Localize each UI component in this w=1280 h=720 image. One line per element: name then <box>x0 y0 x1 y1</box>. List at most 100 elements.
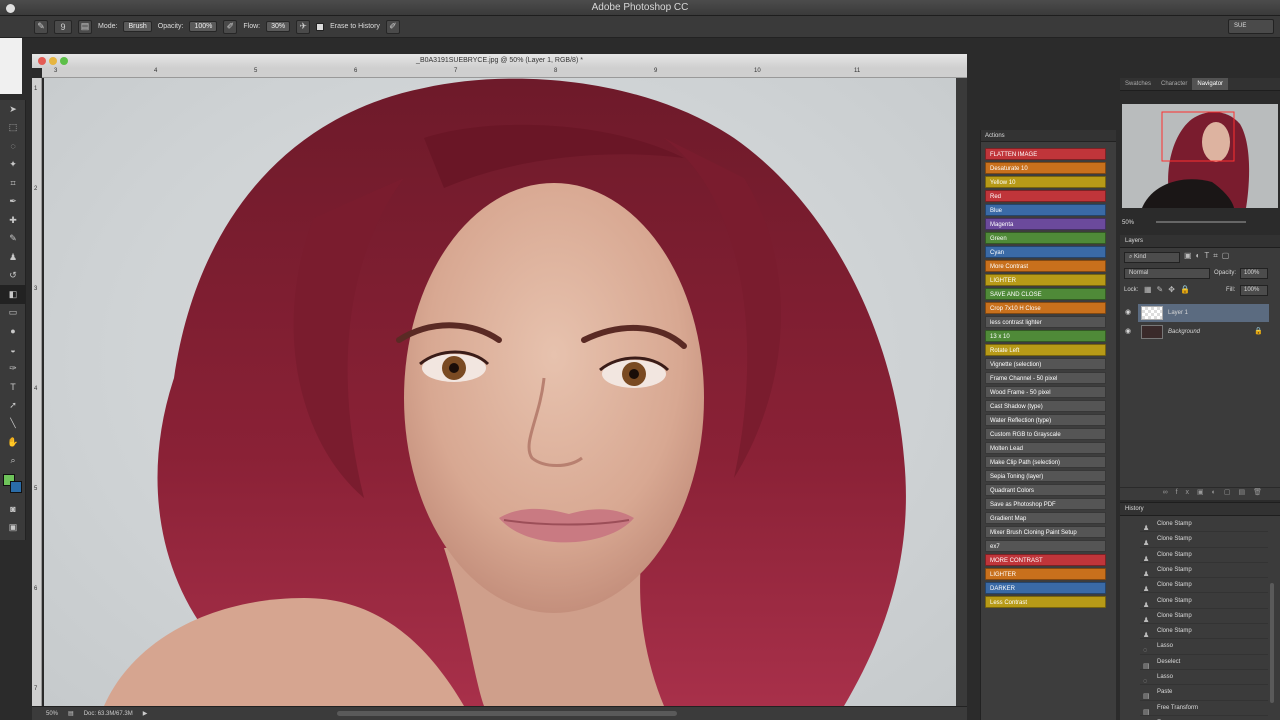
layers-footer-icons[interactable]: ∞fx▣◐▢▤🗑 <box>1120 487 1280 500</box>
layer-filter-icons[interactable]: ▣◐T⌗▢ <box>1184 251 1233 261</box>
flow-field[interactable]: 30% <box>266 21 291 32</box>
dodge-tool-icon[interactable]: ◒ <box>0 341 26 360</box>
action-item[interactable]: MORE CONTRAST <box>985 554 1106 566</box>
zoom-tool-icon[interactable]: ⌕ <box>0 452 26 471</box>
action-item[interactable]: SAVE AND CLOSE <box>985 288 1106 300</box>
navigator-zoom-value[interactable]: 50% <box>1122 220 1134 226</box>
eraser-preset-icon[interactable]: ✎ <box>34 19 48 34</box>
actions-panel-tab[interactable]: Actions <box>981 130 1116 142</box>
brush-size-picker[interactable]: 9 <box>54 19 72 34</box>
move-tool-icon[interactable]: ➤ <box>0 100 26 119</box>
layer-filter-select[interactable]: ⌕ Kind <box>1124 252 1180 263</box>
history-scrollbar[interactable] <box>1270 583 1274 703</box>
fill-field[interactable]: 100% <box>1240 285 1268 296</box>
action-item[interactable]: FLATTEN IMAGE <box>985 148 1106 160</box>
action-item[interactable]: Vignette (selection) <box>985 358 1106 370</box>
history-item[interactable]: ◌ Lasso <box>1140 639 1268 655</box>
ruler-vertical[interactable]: 1 2 3 4 5 6 7 <box>32 78 42 706</box>
lock-icons[interactable]: ▦✎✥🔒 <box>1144 285 1195 294</box>
clone-stamp-tool-icon[interactable]: ♟ <box>0 248 26 267</box>
path-select-tool-icon[interactable]: ➚ <box>0 396 26 415</box>
action-item[interactable]: Mixer Brush Cloning Paint Setup <box>985 526 1106 538</box>
tab-navigator[interactable]: Navigator <box>1192 78 1229 90</box>
mode-select[interactable]: Brush <box>123 21 152 32</box>
action-item[interactable]: Green <box>985 232 1106 244</box>
color-swatches[interactable] <box>0 470 26 500</box>
workspace-switcher[interactable]: SUE <box>1228 19 1274 34</box>
lasso-tool-icon[interactable]: ◌ <box>0 137 26 156</box>
airbrush-icon[interactable]: ✈ <box>296 19 311 34</box>
pressure-size-icon[interactable]: ✐ <box>385 19 400 34</box>
action-item[interactable]: Rotate Left <box>985 344 1106 356</box>
healing-tool-icon[interactable]: ✚ <box>0 211 26 230</box>
status-icon[interactable]: ▤ <box>68 710 74 717</box>
gradient-tool-icon[interactable]: ▭ <box>0 304 26 323</box>
layer-opacity-field[interactable]: 100% <box>1240 268 1268 279</box>
eyedropper-tool-icon[interactable]: ✒ <box>0 193 26 212</box>
action-item[interactable]: Cyan <box>985 246 1106 258</box>
zoom-level[interactable]: 50% <box>46 711 58 717</box>
history-item[interactable]: ♟ Clone Stamp <box>1140 532 1268 548</box>
action-item[interactable]: Wood Frame - 50 pixel <box>985 386 1106 398</box>
action-item[interactable]: less contrast lighter <box>985 316 1106 328</box>
hand-tool-icon[interactable]: ✋ <box>0 433 26 452</box>
action-item[interactable]: Less Contrast <box>985 596 1106 608</box>
action-item[interactable]: LIGHTER <box>985 274 1106 286</box>
action-item[interactable]: Blue <box>985 204 1106 216</box>
eye-icon[interactable]: ◉ <box>1125 304 1131 322</box>
crop-tool-icon[interactable]: ⌗ <box>0 174 26 193</box>
history-item[interactable]: ▤ Paste <box>1140 685 1268 701</box>
action-item[interactable]: Desaturate 10 <box>985 162 1106 174</box>
action-item[interactable]: Frame Channel - 50 pixel <box>985 372 1106 384</box>
history-item[interactable]: ▤ Free Transform <box>1140 701 1268 716</box>
tab-character[interactable]: Character <box>1156 78 1192 90</box>
action-item[interactable]: Make Clip Path (selection) <box>985 456 1106 468</box>
tab-swatches[interactable]: Swatches <box>1120 78 1156 90</box>
history-item[interactable]: ♟ Clone Stamp <box>1140 517 1268 533</box>
type-tool-icon[interactable]: T <box>0 378 26 397</box>
history-item[interactable]: ◧Eraser <box>1140 716 1268 720</box>
history-item[interactable]: ▤ Deselect <box>1140 655 1268 670</box>
tab-history[interactable]: History <box>1120 503 1149 515</box>
navigator-zoom-slider[interactable] <box>1155 221 1246 224</box>
doc-minimize-button[interactable] <box>49 57 57 65</box>
blur-tool-icon[interactable]: ● <box>0 322 26 341</box>
canvas-vertical-scrollbar[interactable] <box>956 78 967 706</box>
action-item[interactable]: Save as Photoshop PDF <box>985 498 1106 510</box>
action-item[interactable]: ex7 <box>985 540 1106 552</box>
navigator-preview[interactable] <box>1122 104 1278 208</box>
status-arrow-icon[interactable]: ▶ <box>143 710 148 717</box>
action-item[interactable]: Molten Lead <box>985 442 1106 454</box>
action-item[interactable]: More Contrast <box>985 260 1106 272</box>
history-item[interactable]: ♟ Clone Stamp <box>1140 594 1268 609</box>
marquee-tool-icon[interactable]: ⬚ <box>0 119 26 138</box>
eye-icon[interactable]: ◉ <box>1125 323 1131 341</box>
action-item[interactable]: DARKER <box>985 582 1106 594</box>
history-brush-tool-icon[interactable]: ↺ <box>0 267 26 286</box>
window-close-button[interactable] <box>6 4 15 13</box>
history-item[interactable]: ♟ Clone Stamp <box>1140 563 1268 579</box>
action-item[interactable]: Yellow 10 <box>985 176 1106 188</box>
eraser-tool-icon[interactable]: ◧ <box>0 285 26 304</box>
history-item[interactable]: ◌ Lasso <box>1140 670 1268 686</box>
canvas-horizontal-scrollbar[interactable] <box>337 711 678 716</box>
history-item[interactable]: ♟ Clone Stamp <box>1140 624 1268 640</box>
action-item[interactable]: Quadrant Colors <box>985 484 1106 496</box>
action-item[interactable]: Red <box>985 190 1106 202</box>
action-item[interactable]: Water Reflection (type) <box>985 414 1106 426</box>
doc-close-button[interactable] <box>38 57 46 65</box>
action-item[interactable]: Gradient Map <box>985 512 1106 524</box>
pen-tool-icon[interactable]: ✑ <box>0 359 26 378</box>
action-item[interactable]: Sepia Toning (layer) <box>985 470 1106 482</box>
pressure-opacity-icon[interactable]: ✐ <box>223 19 238 34</box>
quick-select-tool-icon[interactable]: ✦ <box>0 156 26 175</box>
history-item[interactable]: ♟ Clone Stamp <box>1140 578 1268 594</box>
history-item[interactable]: ♟ Clone Stamp <box>1140 609 1268 625</box>
action-item[interactable]: Cast Shadow (type) <box>985 400 1106 412</box>
layer-row-layer-1[interactable]: ◉ Layer 1 <box>1125 304 1269 322</box>
action-item[interactable]: Custom RGB to Grayscale <box>985 428 1106 440</box>
brush-panel-icon[interactable]: ▤ <box>78 19 92 34</box>
erase-to-history-checkbox[interactable] <box>316 22 325 31</box>
background-color-swatch[interactable] <box>10 481 22 493</box>
brush-tool-icon[interactable]: ✎ <box>0 230 26 249</box>
